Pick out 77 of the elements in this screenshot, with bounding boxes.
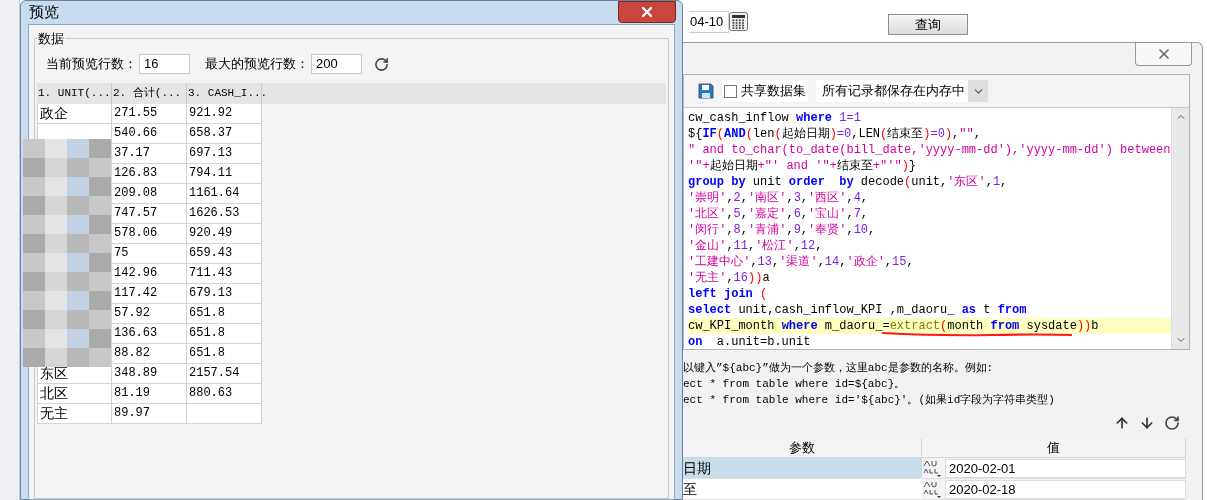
code-line: '工建中心',13,'渠道',14,'政企',15, (688, 255, 914, 269)
table-cell: 142.96 (112, 264, 187, 284)
table-cell: 659.43 (187, 244, 262, 264)
table-cell: 117.42 (112, 284, 187, 304)
code-line: " and to_char(to_date(bill_date,'yyyy-mm-dd'),'yyyy-mm-dd') between (688, 143, 1171, 157)
parameter-value-field[interactable]: 2020-02-18 (945, 479, 1186, 499)
code-line: on a.unit=b.unit (688, 335, 811, 349)
table-cell: 1626.53 (187, 204, 262, 224)
calendar-icon[interactable] (729, 12, 748, 31)
dialog-title: 预览 (29, 2, 59, 22)
table-cell: 88.82 (112, 344, 187, 364)
current-rows-field[interactable]: 16 (139, 54, 190, 74)
table-cell: 651.8 (187, 344, 262, 364)
column-header[interactable]: 参数 (683, 438, 922, 457)
refresh-icon[interactable] (1164, 415, 1180, 431)
table-cell: 89.97 (112, 404, 187, 424)
code-line: '"+起始日期+"' and '"+结束至+"'")} (688, 159, 917, 173)
code-line: select unit,cash_inflow_KPI ,m_daoru_ as t from (688, 303, 1027, 317)
table-cell: 2157.54 (187, 364, 262, 384)
table-cell: 679.13 (187, 284, 262, 304)
date-field[interactable]: 04-10 (689, 11, 729, 33)
code-line: '闵行',8,'青浦',9,'奉贤',10, (688, 223, 876, 237)
table-cell: 920.49 (187, 224, 262, 244)
share-dataset-checkbox[interactable]: 共享数据集 (722, 80, 808, 102)
close-button[interactable] (618, 1, 676, 23)
table-cell: 136.63 (112, 324, 187, 344)
code-line: left join ( (688, 287, 768, 301)
table-cell: 794.11 (187, 164, 262, 184)
table-cell: 北区 (37, 384, 112, 404)
parameter-value-field[interactable]: 2020-02-01 (945, 458, 1186, 478)
table-cell: 271.55 (112, 104, 187, 124)
table-cell: 75 (112, 244, 187, 264)
code-line: cw_cash_inflow where 1=1 (688, 111, 861, 125)
table-cell: 348.89 (112, 364, 187, 384)
refresh-icon[interactable] (374, 56, 389, 72)
field-label: 当前预览行数： (46, 55, 137, 74)
table-cell: 711.43 (187, 264, 262, 284)
parameter-name-cell[interactable]: 日期 (683, 458, 922, 478)
type-selector-icon[interactable] (922, 480, 942, 498)
code-line: ${IF(AND(len(起始日期)=0,LEN(结束至)=0),"", (688, 127, 981, 141)
table-cell: 57.92 (112, 304, 187, 324)
table-cell: 747.57 (112, 204, 187, 224)
table-cell: 921.92 (187, 104, 262, 124)
code-line: group by unit order by decode(unit,'东区',1, (688, 175, 1008, 189)
table-cell: 651.8 (187, 324, 262, 344)
storage-select[interactable]: 所有记录都保存在内存中 (816, 80, 988, 102)
close-icon[interactable] (639, 4, 655, 20)
code-line: '北区',5,'嘉定',6,'宝山',7, (688, 207, 869, 221)
field-label: 最大的预览行数： (205, 55, 309, 74)
help-text: 以键入”${abc}”做为一个参数，这里abc是参数的名称。例如: (683, 361, 995, 376)
table-cell: 126.83 (112, 164, 187, 184)
save-icon[interactable] (698, 83, 714, 99)
table-cell: 880.63 (187, 384, 262, 404)
table-cell: 81.19 (112, 384, 187, 404)
table-cell: 37.17 (112, 144, 187, 164)
table-cell: 209.08 (112, 184, 187, 204)
code-line: '无主',16))a (688, 271, 770, 285)
code-line: cw_KPI_month where m_daoru_=extract(month from sysdate))b (688, 319, 1099, 333)
query-button[interactable]: 查询 (888, 14, 968, 35)
table-cell: 578.06 (112, 224, 187, 244)
table-cell: 无主 (37, 404, 112, 424)
move-down-icon[interactable] (1139, 415, 1155, 431)
table-cell: 政企 (37, 104, 112, 124)
move-up-icon[interactable] (1114, 415, 1130, 431)
table-cell: 697.13 (187, 144, 262, 164)
help-text: ect * from table where id=${abc}。 (683, 377, 907, 392)
table-cell: 651.8 (187, 304, 262, 324)
max-rows-field[interactable]: 200 (311, 54, 362, 74)
column-header[interactable]: 值 (922, 438, 1186, 457)
group-title: 数据 (37, 29, 65, 48)
table-cell: 540.66 (112, 124, 187, 144)
code-line: '崇明',2,'南区',3,'西区',4, (688, 191, 869, 205)
help-text: ect * from table where id='${abc}'。(如果id字段为字符串类型) (683, 393, 1056, 408)
table-cell: 658.37 (187, 124, 262, 144)
table-cell: 1161.64 (187, 184, 262, 204)
code-line: '金山',11,'松江',12, (688, 239, 823, 253)
type-selector-icon[interactable] (922, 459, 942, 477)
